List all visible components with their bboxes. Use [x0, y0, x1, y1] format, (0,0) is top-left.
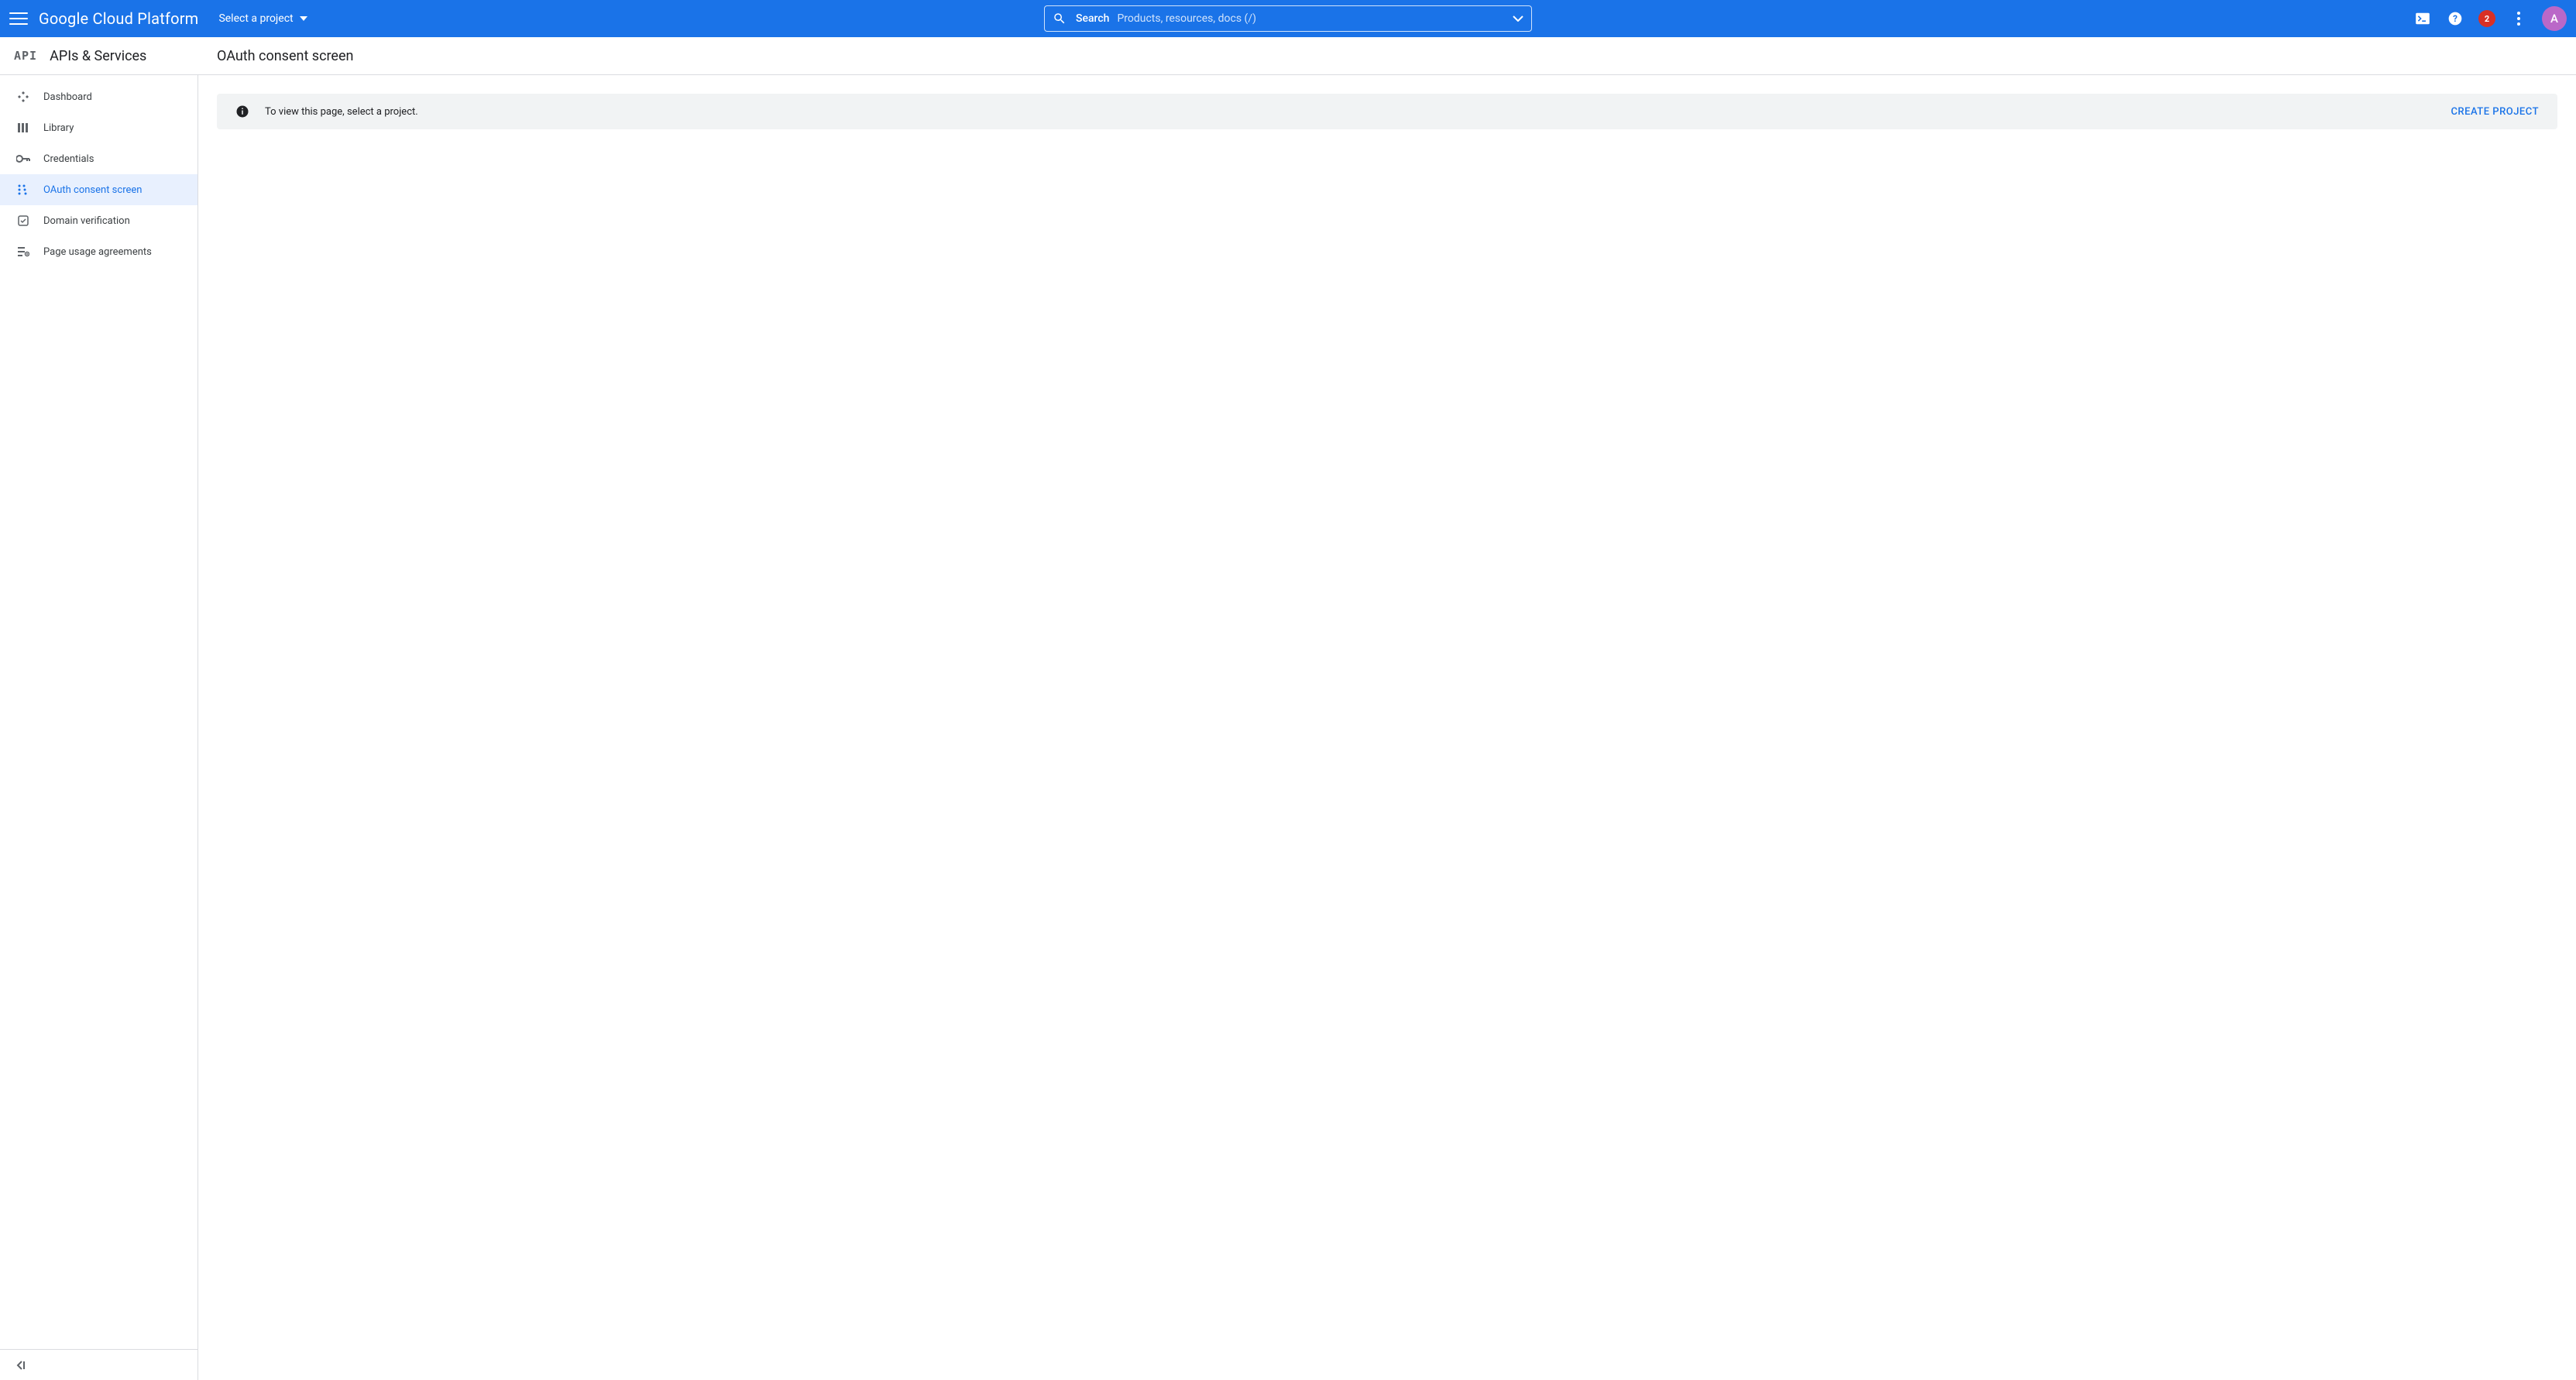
sidebar-items: Dashboard Library Credentials OAuth cons… [0, 75, 197, 1349]
library-icon [15, 120, 31, 136]
notifications-badge[interactable]: 2 [2478, 10, 2495, 27]
sidebar-item-label: Domain verification [43, 215, 130, 227]
sidebar-item-domain-verification[interactable]: Domain verification [0, 205, 197, 236]
search-label: Search [1076, 12, 1109, 25]
api-logo: API [14, 49, 37, 63]
agreements-icon [15, 244, 31, 259]
main-content: To view this page, select a project. CRE… [198, 75, 2576, 1380]
avatar[interactable]: A [2542, 6, 2567, 31]
create-project-button[interactable]: CREATE PROJECT [2451, 106, 2539, 118]
consent-screen-icon [15, 182, 31, 197]
sidebar-item-oauth-consent[interactable]: OAuth consent screen [0, 174, 197, 205]
search-container: Search Products, resources, docs (/) [1044, 5, 1532, 32]
key-icon [15, 151, 31, 166]
info-bar: To view this page, select a project. CRE… [217, 94, 2557, 129]
search-icon [1053, 12, 1066, 26]
brand-label[interactable]: Google Cloud Platform [39, 9, 198, 28]
dashboard-icon [15, 89, 31, 105]
dropdown-arrow-icon [300, 16, 307, 21]
more-vert-icon[interactable] [2509, 9, 2528, 28]
sidebar-item-label: Dashboard [43, 91, 92, 103]
svg-text:?: ? [2453, 13, 2458, 24]
page-title: OAuth consent screen [217, 48, 353, 64]
sidebar-item-label: Page usage agreements [43, 246, 152, 258]
body: Dashboard Library Credentials OAuth cons… [0, 75, 2576, 1380]
page-title-area: OAuth consent screen [198, 48, 353, 64]
verified-icon [15, 213, 31, 228]
hamburger-menu-icon[interactable] [9, 9, 28, 28]
top-header: Google Cloud Platform Select a project S… [0, 0, 2576, 37]
info-message: To view this page, select a project. [265, 106, 418, 118]
subheader-left: API APIs & Services [0, 48, 198, 64]
help-icon[interactable]: ? [2446, 9, 2464, 28]
chevron-down-icon[interactable] [1513, 15, 1523, 22]
sidebar-item-label: Credentials [43, 153, 94, 165]
sidebar-item-page-usage[interactable]: Page usage agreements [0, 236, 197, 267]
sidebar-collapse-button[interactable] [0, 1349, 197, 1380]
header-right: ? 2 A [2413, 6, 2567, 31]
sidebar-item-dashboard[interactable]: Dashboard [0, 81, 197, 112]
sidebar: Dashboard Library Credentials OAuth cons… [0, 75, 198, 1380]
search-placeholder: Products, resources, docs (/) [1117, 12, 1513, 25]
project-selector-label: Select a project [218, 12, 293, 25]
subheader: API APIs & Services OAuth consent screen [0, 37, 2576, 75]
section-title[interactable]: APIs & Services [50, 48, 146, 64]
search-box[interactable]: Search Products, resources, docs (/) [1044, 5, 1532, 32]
info-icon [235, 105, 249, 118]
sidebar-item-label: OAuth consent screen [43, 184, 142, 196]
collapse-icon [15, 1361, 26, 1370]
sidebar-item-credentials[interactable]: Credentials [0, 143, 197, 174]
project-selector[interactable]: Select a project [212, 8, 313, 29]
sidebar-item-library[interactable]: Library [0, 112, 197, 143]
cloud-shell-icon[interactable] [2413, 9, 2432, 28]
sidebar-item-label: Library [43, 122, 74, 134]
